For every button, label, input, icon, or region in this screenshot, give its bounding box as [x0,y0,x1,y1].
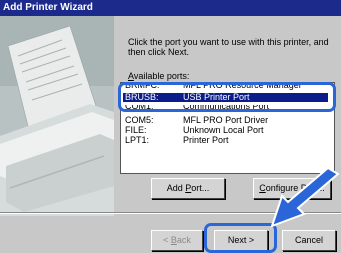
selection-highlight-ring [118,82,336,112]
window-title: Add Printer Wizard [0,0,341,16]
list-item[interactable]: COM5: MFL PRO Port Driver [123,116,268,125]
printer-illustration [0,16,114,216]
cancel-button[interactable]: Cancel [282,230,336,251]
instructions-text: Click the port you want to use with this… [128,37,329,57]
back-button[interactable]: < Back [151,230,203,251]
list-item[interactable]: FILE: Unknown Local Port [123,126,264,135]
add-port-button[interactable]: Add Port... [151,178,225,199]
list-item[interactable]: LPT1: Printer Port [123,136,229,145]
callout-arrow-icon [270,168,340,228]
available-ports-label: Available ports: [128,71,190,81]
next-highlight-ring [204,223,277,253]
add-printer-wizard-window: Add Printer Wizard Click the port you wa… [0,0,341,253]
